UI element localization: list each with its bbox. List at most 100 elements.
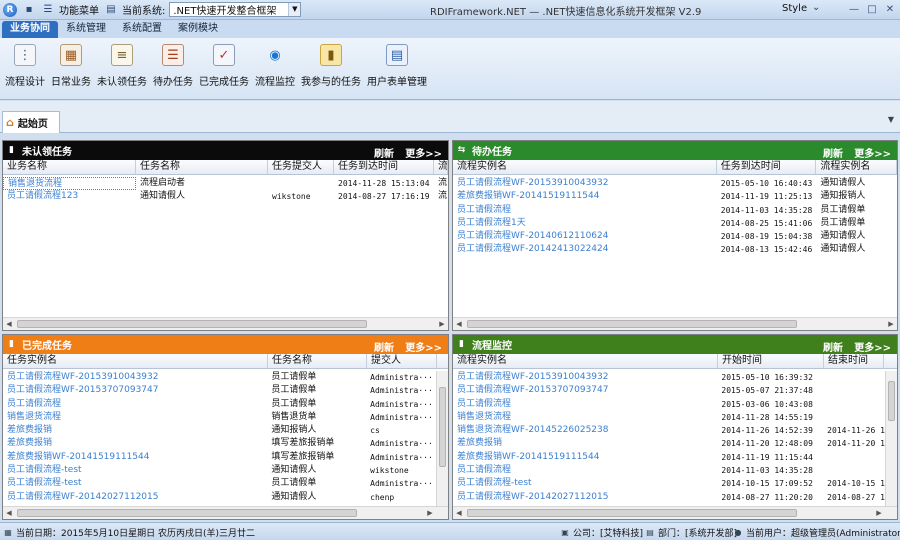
menu-icon[interactable]: ☰ [41,3,55,17]
user-form-button[interactable]: ▤ 用户表单管理 [364,38,430,99]
refresh-button[interactable]: 刷新 [823,339,843,354]
scroll-thumb[interactable] [17,320,367,328]
table-row[interactable]: 员工请假流程WF-20153910043932 2015-05-10 16:40… [453,177,897,190]
column-header[interactable]: 任务提交人 [268,160,334,174]
function-menu-label[interactable]: 功能菜单 [59,2,99,17]
table-row[interactable]: 员工请假流程-test 员工请假单 Administra··· [3,477,436,490]
horizontal-scrollbar[interactable]: ◀ ▶ [3,317,448,330]
instance-name-cell[interactable]: 差旅费报销WF-20141519111544 [453,451,717,464]
system-select[interactable]: .NET快速开发整合框架 ▼ [169,2,302,17]
scroll-right-icon[interactable]: ▶ [873,507,885,519]
style-chevron-icon[interactable]: ⌄ [812,2,820,13]
instance-name-cell[interactable]: 员工请假流程WF-20153707093747 [453,384,717,397]
horizontal-scrollbar[interactable]: ◀ ▶ [453,506,897,519]
table-row[interactable]: 差旅费报销WF-20141519111544 2014-11-19 11:15:4… [453,451,885,464]
scroll-left-icon[interactable]: ◀ [453,318,465,330]
table-row[interactable]: 员工请假流程 员工请假单 Administra··· [3,398,436,411]
table-row[interactable]: 销售退货流程 销售退货单 Administra··· [3,411,436,424]
instance-name-cell[interactable]: 差旅费报销WF-20141519111544 [3,451,267,464]
scroll-right-icon[interactable]: ▶ [885,318,897,330]
instance-name-cell[interactable]: 员工请假流程 [453,204,717,217]
instance-name-cell[interactable]: 员工请假流程1天 [453,217,717,230]
instance-name-cell[interactable]: 员工请假流程WF-20153910043932 [453,177,717,190]
scroll-left-icon[interactable]: ◀ [3,507,15,519]
column-header[interactable]: 流程实例名 [453,160,717,174]
instance-name-cell[interactable]: 员工请假流程WF-20142027112015 [453,491,717,504]
instance-name-cell[interactable]: 员工请假流程WF-20142027112015 [3,491,267,504]
column-header[interactable]: 业务名称 [3,160,136,174]
table-row[interactable]: 销售退货流程 2014-11-28 14:55:19 [453,411,885,424]
instance-name-cell[interactable]: 差旅费报销 [3,424,267,437]
tab-system-config[interactable]: 系统配置 [114,21,170,38]
table-row[interactable]: 员工请假流程WF-20140612110624 2014-08-19 15:04… [453,230,897,243]
instance-name-cell[interactable]: 员工请假流程 [3,398,267,411]
tab-list-dropdown-icon[interactable]: ▼ [888,115,894,124]
table-row[interactable]: 员工请假流程-test 2014-10-15 17:09:52 2014-10-15… [453,477,885,490]
scroll-left-icon[interactable]: ◀ [3,318,15,330]
maximize-icon[interactable]: □ [864,2,880,17]
instance-name-cell[interactable]: 员工请假流程WF-20153707093747 [3,384,267,397]
workflow-design-button[interactable]: ⋮ 流程设计 [2,38,48,99]
table-row[interactable]: 差旅费报销 2014-11-20 12:48:09 2014-11-20 13 [453,437,885,450]
table-row[interactable]: 员工请假流程 2014-11-03 14:35:28 [453,464,885,477]
refresh-button[interactable]: 刷新 [374,145,394,160]
table-row[interactable]: 差旅费报销WF-20141519111544 填写差旅报销单 Administra·… [3,451,436,464]
column-header[interactable]: 提交人 [367,354,437,368]
instance-name-cell[interactable]: 销售退货流程 [3,411,267,424]
table-row[interactable]: 员工请假流程 2015-03-06 10:43:08 [453,398,885,411]
column-header[interactable]: 流 [434,160,448,174]
style-menu[interactable]: Style [782,3,807,14]
scroll-thumb[interactable] [439,387,446,467]
table-row[interactable]: 差旅费报销WF-20141519111544 2014-11-19 11:25:… [453,190,897,203]
table-row[interactable]: 员工请假流程WF-20153707093747 2015-05-07 21:37:… [453,384,885,397]
column-header[interactable]: 任务实例名 [3,354,268,368]
save-icon[interactable]: ▪ [22,3,36,17]
table-row[interactable]: 员工请假流程WF-20142027112015 2014-08-27 11:20:… [453,491,885,504]
involved-tasks-button[interactable]: ▮ 我参与的任务 [298,38,364,99]
more-link[interactable]: 更多>> [854,145,891,160]
scroll-thumb[interactable] [467,320,797,328]
workflow-monitor-button[interactable]: ◉ 流程监控 [252,38,298,99]
table-row[interactable]: 差旅费报销 填写差旅报销单 Administra··· [3,437,436,450]
more-link[interactable]: 更多>> [405,145,442,160]
tab-system-management[interactable]: 系统管理 [58,21,114,38]
scroll-thumb[interactable] [888,381,895,421]
table-row[interactable]: 员工请假流程 2014-11-03 14:35:28 员工请假单 [453,204,897,217]
business-name-cell[interactable]: 销售退货流程 [3,177,136,191]
column-header[interactable]: 结束时间 [824,354,884,368]
instance-name-cell[interactable]: 员工请假流程WF-20140612110624 [453,230,717,243]
table-row[interactable]: 员工请假流程123 通知请假人 wikstone 2014-08-27 17:1… [3,190,448,203]
instance-name-cell[interactable]: 员工请假流程 [453,464,717,477]
dropdown-icon[interactable]: ▼ [288,3,301,16]
table-row[interactable]: 员工请假流程1天 2014-08-25 15:41:06 员工请假单 [453,217,897,230]
unclaimed-tasks-button[interactable]: ≡ 未认领任务 [94,38,150,99]
instance-name-cell[interactable]: 差旅费报销 [453,437,717,450]
vertical-scrollbar[interactable] [885,371,897,506]
horizontal-scrollbar[interactable]: ◀ ▶ [3,506,448,519]
minimize-icon[interactable]: — [846,2,862,17]
table-row[interactable]: 销售退货流程WF-20145226025238 2014-11-26 14:52:… [453,424,885,437]
vertical-scrollbar[interactable] [436,371,448,506]
scroll-right-icon[interactable]: ▶ [424,507,436,519]
table-row[interactable]: 员工请假流程WF-20142413022424 2014-08-13 15:42… [453,243,897,256]
scroll-left-icon[interactable]: ◀ [453,507,465,519]
instance-name-cell[interactable]: 员工请假流程WF-20153910043932 [453,371,717,384]
completed-tasks-button[interactable]: ✓ 已完成任务 [196,38,252,99]
column-header[interactable]: 流程实例名 [816,160,897,174]
instance-name-cell[interactable]: 差旅费报销 [3,437,267,450]
column-header[interactable]: 流程实例名 [453,354,718,368]
tab-case-module[interactable]: 案例模块 [170,21,226,38]
column-header[interactable]: 任务到达时间 [334,160,434,174]
table-row[interactable]: 员工请假流程WF-20153910043932 2015-05-10 16:39:… [453,371,885,384]
instance-name-cell[interactable]: 销售退货流程WF-20145226025238 [453,424,717,437]
instance-name-cell[interactable]: 员工请假流程-test [3,464,267,477]
tab-business[interactable]: 业务协同 [2,21,58,38]
scroll-thumb[interactable] [467,509,797,517]
instance-name-cell[interactable]: 销售退货流程 [453,411,717,424]
scroll-right-icon[interactable]: ▶ [436,318,448,330]
instance-name-cell[interactable]: 员工请假流程 [453,398,717,411]
horizontal-scrollbar[interactable]: ◀ ▶ [453,317,897,330]
instance-name-cell[interactable]: 员工请假流程-test [453,477,717,490]
column-header[interactable]: 任务到达时间 [717,160,817,174]
business-name-cell[interactable]: 员工请假流程123 [3,190,136,203]
